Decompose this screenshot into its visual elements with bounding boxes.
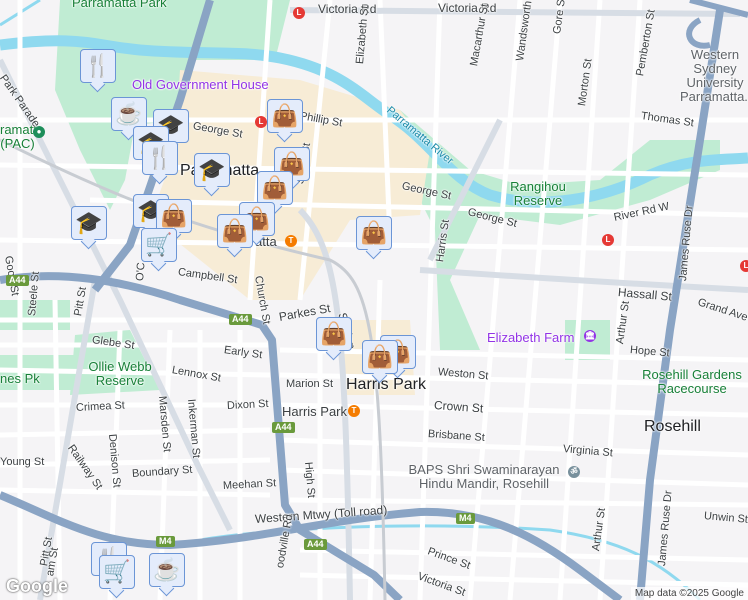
label-wsu[interactable]: Western Sydney University Parramatta...: [680, 48, 748, 104]
label-harris-park-station[interactable]: Harris Park: [282, 404, 347, 419]
label-rangihou-reserve[interactable]: Rangihou Reserve: [508, 180, 568, 208]
route-shield-m4: M4: [456, 513, 475, 524]
light-rail-icon[interactable]: L: [740, 260, 748, 272]
street-label: Young St: [0, 456, 45, 468]
label-rosehill-gardens[interactable]: Rosehill Gardens Racecourse: [636, 368, 748, 396]
marker-supermarket[interactable]: 🛒: [141, 228, 177, 262]
marker-shopping[interactable]: 👜: [356, 216, 392, 250]
route-shield-a44: A44: [6, 275, 29, 286]
light-rail-icon[interactable]: L: [293, 7, 305, 19]
light-rail-icon[interactable]: L: [255, 116, 267, 128]
train-station-icon[interactable]: T: [285, 235, 297, 247]
marker-supermarket[interactable]: 🛒: [99, 555, 135, 589]
marker-cafe[interactable]: ☕: [149, 553, 185, 587]
label-baps-mandir[interactable]: BAPS Shri Swaminarayan Hindu Mandir, Ros…: [404, 463, 564, 491]
label-rosehill: Rosehill: [644, 418, 701, 435]
label-ollie-webb-reserve[interactable]: Ollie Webb Reserve: [80, 360, 160, 388]
label-elizabeth-farm[interactable]: Elizabeth Farm: [487, 330, 574, 345]
museum-icon[interactable]: 🏛: [584, 330, 596, 342]
label-jones-pk[interactable]: nes Pk: [0, 372, 40, 386]
google-logo: Google: [6, 576, 68, 596]
street-label: Crimea St: [75, 399, 126, 414]
marker-shopping[interactable]: 👜: [217, 214, 253, 248]
route-shield-a44: A44: [229, 314, 252, 325]
label-harris-park: Harris Park: [346, 376, 427, 393]
marker-shopping[interactable]: 👜: [362, 340, 398, 374]
marker-shopping[interactable]: 👜: [316, 317, 352, 351]
street-label: Dixon St: [226, 397, 269, 412]
marker-school[interactable]: 🎓: [194, 153, 230, 187]
label-old-government-house[interactable]: Old Government House: [132, 77, 269, 92]
place-pin-icon[interactable]: ●: [33, 126, 45, 138]
street-label: O'C: [134, 261, 148, 282]
route-shield-m4: M4: [156, 536, 175, 547]
temple-icon[interactable]: ॐ: [568, 466, 580, 478]
light-rail-icon[interactable]: L: [602, 234, 614, 246]
route-shield-a44: A44: [272, 422, 295, 433]
marker-restaurant[interactable]: 🍴: [142, 141, 178, 175]
route-shield-a44: A44: [304, 539, 327, 550]
marker-restaurant[interactable]: 🍴: [80, 49, 116, 83]
marker-shopping[interactable]: 👜: [257, 171, 293, 205]
label-parramatta-park: Parramatta Park: [72, 0, 167, 10]
street-label: Marion St: [286, 378, 334, 390]
marker-school[interactable]: 🎓: [71, 206, 107, 240]
map-attribution[interactable]: Map data ©2025 Google: [630, 587, 748, 600]
train-station-icon[interactable]: T: [348, 405, 360, 417]
marker-shopping[interactable]: 👜: [267, 99, 303, 133]
